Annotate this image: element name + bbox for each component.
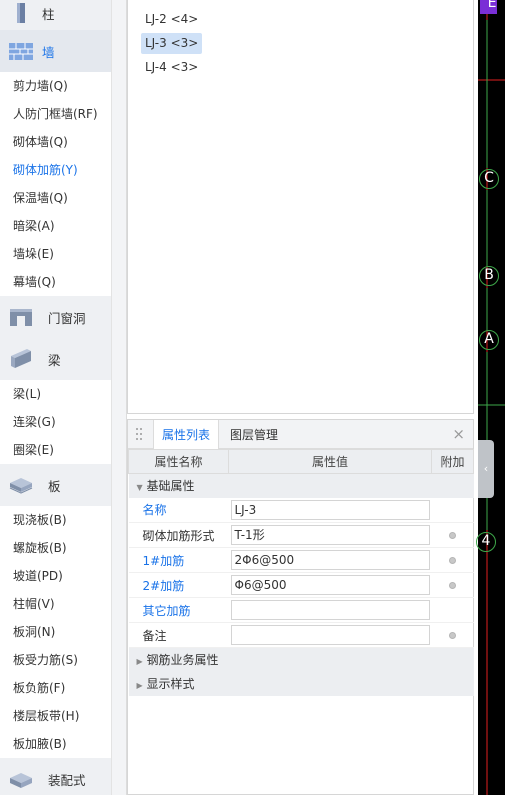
- property-tabs: 属性列表 图层管理 ×: [128, 420, 473, 449]
- sidebar-item-slab-main-rebar[interactable]: 板受力筋(S): [0, 646, 111, 674]
- extra-checkbox[interactable]: [449, 557, 456, 564]
- wall-icon: [6, 36, 36, 66]
- table-row: 其它加筋: [128, 597, 474, 623]
- sidebar-item-civil-defense-door-wall[interactable]: 人防门框墙(RF): [0, 100, 111, 128]
- property-panel: 属性列表 图层管理 × 属性名称 属性值 附加 ▼ 基础属性 名称 LJ-3 砌体…: [127, 419, 474, 795]
- sidebar-item-ramp[interactable]: 坡道(PD): [0, 562, 111, 590]
- panel-collapse-button[interactable]: ‹: [478, 440, 494, 498]
- beam-icon: [6, 344, 36, 374]
- close-icon[interactable]: ×: [452, 426, 465, 442]
- category-wall[interactable]: 墙: [0, 30, 111, 72]
- drag-handle-icon[interactable]: [135, 427, 143, 441]
- property-value-field[interactable]: 2Φ6@500: [230, 550, 430, 570]
- extra-checkbox[interactable]: [449, 582, 456, 589]
- table-row: 备注: [128, 622, 474, 648]
- sidebar-item-ring-beam[interactable]: 圈梁(E): [0, 436, 111, 464]
- group-display-style[interactable]: ▶ 显示样式: [128, 671, 474, 696]
- property-value-field[interactable]: Φ6@500: [230, 575, 430, 595]
- list-item-selected[interactable]: LJ-3 <3>: [141, 33, 203, 54]
- category-beam[interactable]: 梁: [0, 338, 111, 380]
- category-slab[interactable]: 板: [0, 464, 111, 506]
- sidebar-item-insulation-wall[interactable]: 保温墙(Q): [0, 184, 111, 212]
- property-name: 砌体加筋形式: [128, 522, 229, 548]
- sidebar-item-column-cap[interactable]: 柱帽(V): [0, 590, 111, 618]
- drawing-canvas[interactable]: E C B A 4: [476, 0, 505, 795]
- category-label: 板: [48, 478, 61, 494]
- group-label: 显示样式: [146, 677, 195, 691]
- prefab-icon: [6, 764, 36, 794]
- header-property-value: 属性值: [228, 449, 432, 474]
- axis-label-a: A: [479, 330, 499, 350]
- table-row: 1#加筋 2Φ6@500: [128, 547, 474, 573]
- sidebar-item-wall-pier[interactable]: 墙垛(E): [0, 240, 111, 268]
- sidebar-item-masonry-wall[interactable]: 砌体墙(Q): [0, 128, 111, 156]
- expand-triangle-icon: ▶: [136, 681, 143, 690]
- property-name: 备注: [128, 622, 229, 648]
- extra-cell: [431, 497, 474, 523]
- category-column[interactable]: 柱: [0, 0, 111, 30]
- property-value-field[interactable]: [230, 600, 430, 620]
- property-name: 其它加筋: [128, 597, 229, 623]
- list-item[interactable]: LJ-2 <4>: [141, 9, 202, 30]
- category-label: 柱: [42, 6, 55, 22]
- slab-icon: [6, 470, 36, 500]
- component-sidebar: 柱 墙 剪力墙(Q) 人防门框墙(RF) 砌体墙(Q) 砌体加筋(Y) 保温墙(…: [0, 0, 112, 795]
- table-header: 属性名称 属性值 附加: [128, 449, 474, 474]
- tab-property-list[interactable]: 属性列表: [153, 420, 220, 449]
- door-window-icon: [6, 302, 36, 332]
- sidebar-item-floor-slab-strip[interactable]: 楼层板带(H): [0, 702, 111, 730]
- component-list-panel: LJ-2 <4> LJ-3 <3> LJ-4 <3>: [127, 0, 474, 414]
- sidebar-item-masonry-reinforcement[interactable]: 砌体加筋(Y): [0, 156, 111, 184]
- sidebar-item-coupling-beam[interactable]: 连梁(G): [0, 408, 111, 436]
- property-name: 名称: [128, 497, 229, 523]
- property-value-field[interactable]: [230, 625, 430, 645]
- table-row: 砌体加筋形式 T-1形: [128, 522, 474, 548]
- axis-label-b: B: [479, 266, 499, 286]
- sidebar-item-spiral-slab[interactable]: 螺旋板(B): [0, 534, 111, 562]
- column-icon: [6, 0, 36, 28]
- axis-label-4: 4: [476, 532, 496, 552]
- table-row: 2#加筋 Φ6@500: [128, 572, 474, 598]
- property-value-field[interactable]: T-1形: [230, 525, 430, 545]
- sidebar-item-slab-negative-rebar[interactable]: 板负筋(F): [0, 674, 111, 702]
- extra-cell: [431, 597, 474, 623]
- category-label: 门窗洞: [48, 310, 86, 326]
- category-label: 墙: [42, 44, 55, 60]
- group-label: 钢筋业务属性: [146, 653, 219, 668]
- property-value-field[interactable]: LJ-3: [230, 499, 430, 520]
- sidebar-item-slab-hole[interactable]: 板洞(N): [0, 618, 111, 646]
- category-label: 梁: [48, 352, 61, 368]
- sidebar-item-curtain-wall[interactable]: 幕墙(Q): [0, 268, 111, 296]
- group-rebar-properties[interactable]: ▶ 钢筋业务属性: [128, 647, 474, 672]
- extra-checkbox[interactable]: [449, 532, 456, 539]
- table-row: 名称 LJ-3: [128, 497, 474, 523]
- collapse-triangle-icon: ▼: [136, 483, 143, 493]
- sidebar-item-hidden-beam[interactable]: 暗梁(A): [0, 212, 111, 240]
- axis-label-c: C: [479, 169, 499, 189]
- header-extra: 附加: [431, 449, 474, 474]
- expand-triangle-icon: ▶: [136, 657, 143, 667]
- panel-gutter: [112, 0, 127, 795]
- list-item[interactable]: LJ-4 <3>: [141, 57, 202, 78]
- property-name: 2#加筋: [128, 572, 229, 598]
- extra-checkbox[interactable]: [449, 632, 456, 639]
- category-door-window[interactable]: 门窗洞: [0, 296, 111, 338]
- sidebar-item-cast-slab[interactable]: 现浇板(B): [0, 506, 111, 534]
- property-table: 属性名称 属性值 附加 ▼ 基础属性 名称 LJ-3 砌体加筋形式 T-1形 1#…: [128, 449, 474, 696]
- sidebar-item-slab-haunch[interactable]: 板加腋(B): [0, 730, 111, 758]
- header-property-name: 属性名称: [128, 449, 229, 474]
- category-prefab[interactable]: 装配式: [0, 758, 111, 795]
- group-label: 基础属性: [146, 479, 195, 494]
- sidebar-item-shear-wall[interactable]: 剪力墙(Q): [0, 72, 111, 100]
- group-basic-properties[interactable]: ▼ 基础属性: [128, 473, 474, 498]
- tab-layer-management[interactable]: 图层管理: [222, 420, 286, 449]
- category-label: 装配式: [48, 772, 86, 788]
- property-name: 1#加筋: [128, 547, 229, 573]
- sidebar-item-beam[interactable]: 梁(L): [0, 380, 111, 408]
